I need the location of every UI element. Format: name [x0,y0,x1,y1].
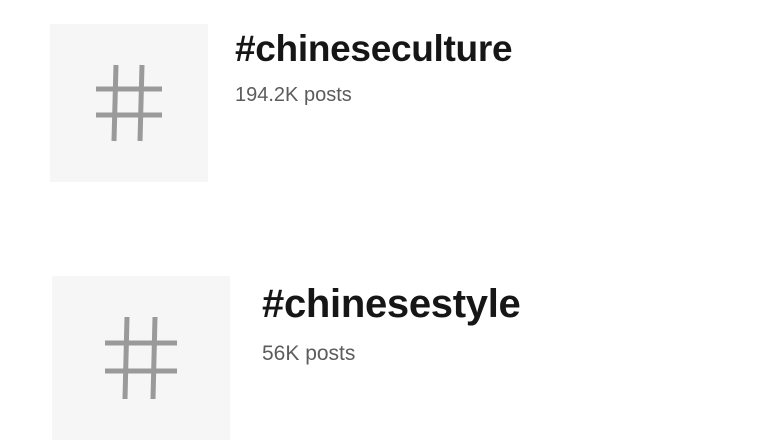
hashtag-result-chineseculture[interactable]: #chineseculture 194.2K posts [0,0,760,200]
hashtag-title[interactable]: #chinesestyle [262,284,521,324]
hashtag-result-chinesestyle[interactable]: #chinesestyle 56K posts [0,260,760,440]
hash-icon [96,64,162,142]
hashtag-thumbnail[interactable] [52,276,230,440]
hash-icon [105,316,177,400]
hashtag-title[interactable]: #chineseculture [235,30,513,67]
hashtag-post-count: 56K posts [262,342,356,365]
hashtag-post-count: 194.2K posts [235,84,352,106]
hashtag-thumbnail[interactable] [50,24,208,182]
